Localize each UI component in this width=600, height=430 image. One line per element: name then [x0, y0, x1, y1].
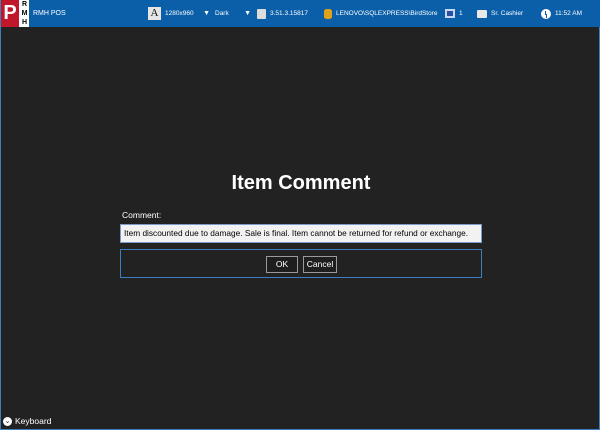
theme-value: Dark [215, 10, 229, 17]
chevron-down-icon: ▼ [244, 10, 251, 17]
server-icon [257, 8, 266, 19]
resolution-value: 1280x960 [165, 10, 194, 17]
time-text: 11:52 AM [555, 10, 582, 17]
version-text: 3.51.3.15817 [270, 10, 308, 17]
logo-stack-letter: R [21, 1, 28, 8]
register-count: 1 [459, 10, 463, 17]
database-icon [324, 8, 332, 19]
register-icon [445, 9, 455, 18]
database-text: LENOVO\SQLEXPRESS\BirdStore [336, 10, 438, 17]
top-bar: P R M H RMH POS A 1280x960 ▼ Dark ▼ 3.51… [1, 0, 600, 27]
font-size-icon: A [148, 7, 161, 20]
theme-select[interactable]: Dark ▼ [215, 0, 251, 27]
user-card-icon [477, 9, 487, 18]
logo-stack-letter: H [21, 19, 28, 26]
keyboard-toggle[interactable]: ⌄ Keyboard [3, 415, 51, 427]
comment-input[interactable]: Item discounted due to damage. Sale is f… [120, 224, 482, 243]
ok-button[interactable]: OK [266, 256, 298, 273]
resolution-select[interactable]: A 1280x960 ▼ [148, 0, 210, 27]
version-info: 3.51.3.15817 [257, 0, 308, 27]
chevron-down-icon: ⌄ [3, 416, 12, 426]
clock: 11:52 AM [541, 0, 582, 27]
app-logo: P R M H [1, 0, 29, 27]
cancel-button[interactable]: Cancel [303, 256, 337, 273]
comment-label: Comment: [122, 210, 162, 220]
clock-icon [541, 8, 551, 19]
logo-letter: P [1, 0, 19, 27]
register-info[interactable]: 1 [445, 0, 463, 27]
keyboard-label: Keyboard [15, 416, 52, 426]
logo-stack: R M H [20, 0, 29, 27]
user-role: Sr. Cashier [491, 10, 524, 17]
app-title: RMH POS [33, 10, 66, 17]
database-info: LENOVO\SQLEXPRESS\BirdStore [324, 0, 438, 27]
logo-stack-letter: M [21, 10, 28, 17]
user-info[interactable]: Sr. Cashier [477, 0, 523, 27]
dialog-button-panel: OK Cancel [120, 249, 482, 278]
dialog-title: Item Comment [231, 172, 371, 194]
chevron-down-icon: ▼ [203, 10, 210, 17]
app-window: P R M H RMH POS A 1280x960 ▼ Dark ▼ 3.51… [0, 0, 600, 430]
